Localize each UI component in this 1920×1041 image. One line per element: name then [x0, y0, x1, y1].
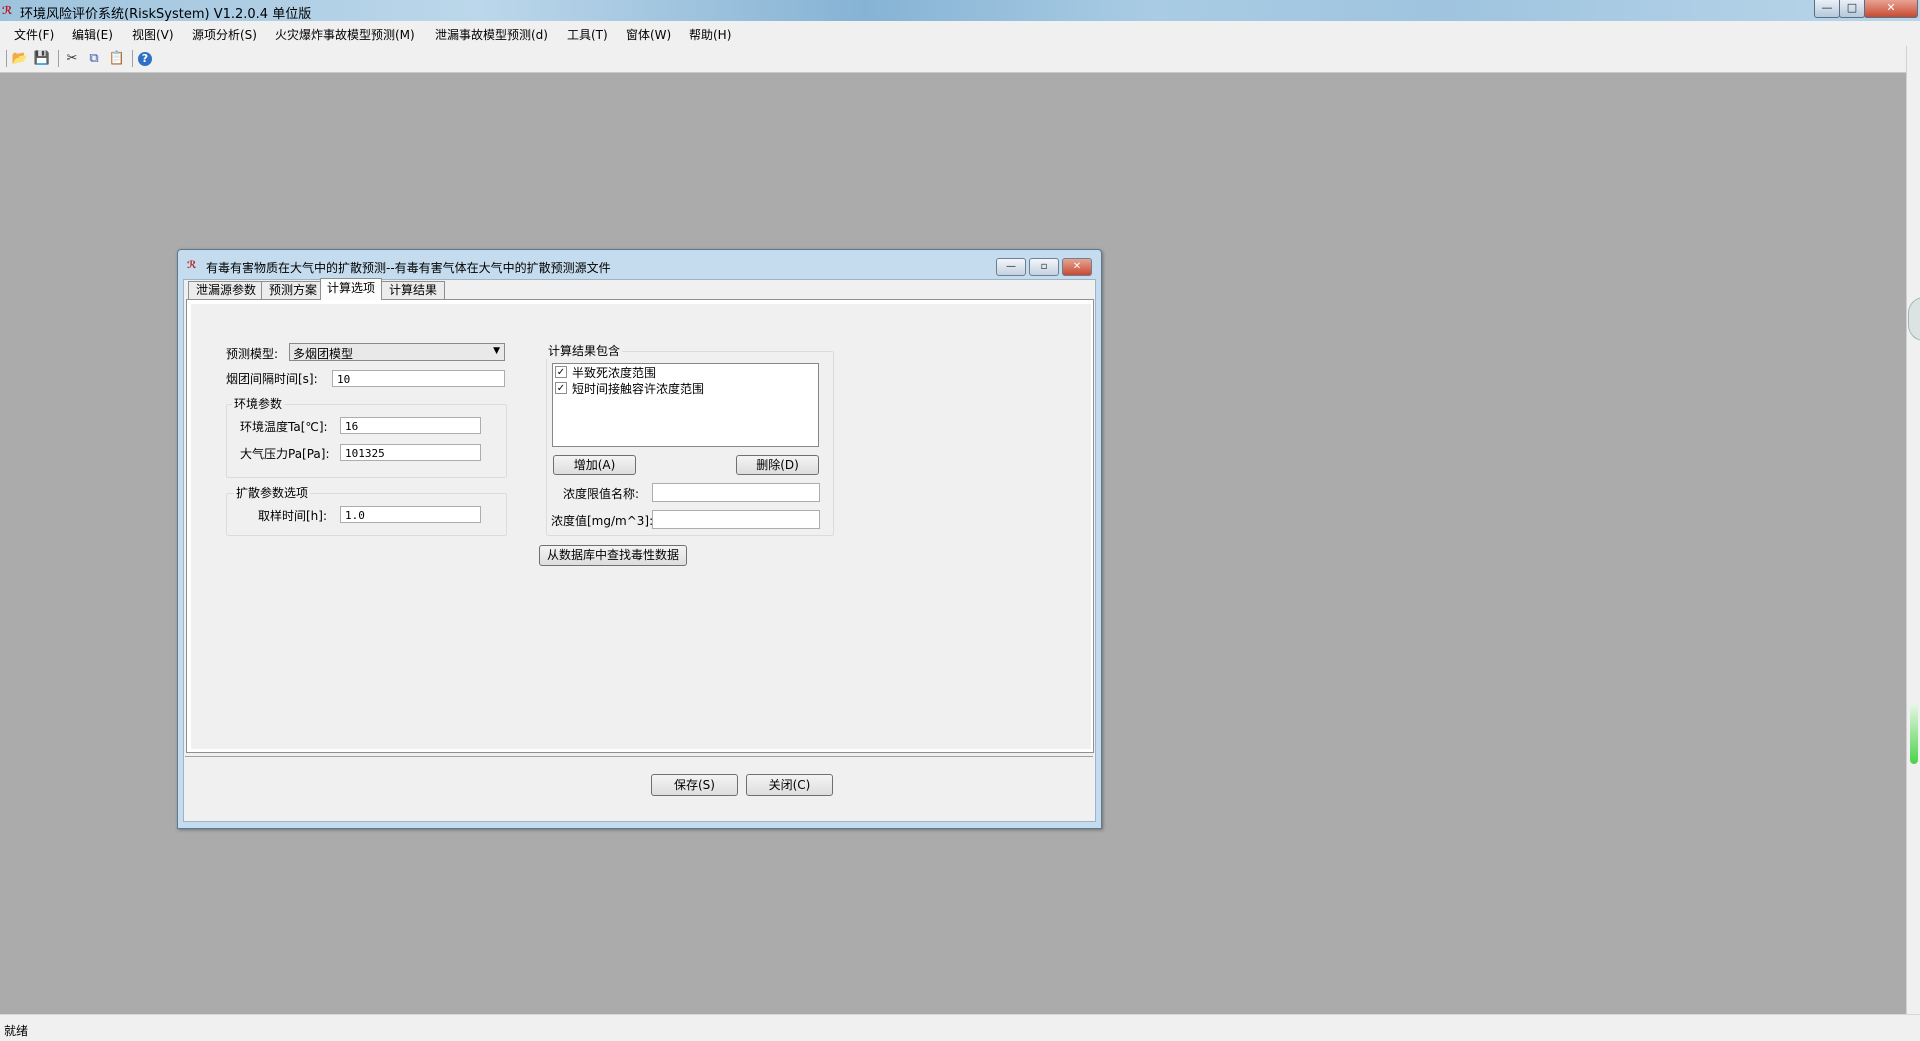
menu-view[interactable]: 视图(V) — [132, 26, 174, 43]
add-button[interactable]: 增加(A) — [553, 455, 636, 475]
status-bar — [0, 1014, 1920, 1041]
sampling-time-label: 取样时间[h]: — [258, 509, 328, 523]
toolbar-grip — [6, 50, 7, 67]
lookup-toxicity-db-button[interactable]: 从数据库中查找毒性数据 — [539, 545, 687, 566]
window-maximize-button[interactable]: □ — [1839, 0, 1865, 18]
pressure-input[interactable]: 101325 — [340, 444, 481, 461]
env-params-group-title: 环境参数 — [232, 395, 285, 412]
diffusion-params-group-title: 扩散参数选项 — [234, 484, 311, 501]
temperature-input[interactable]: 16 — [340, 417, 481, 434]
checkbox-lc50-label: 半致死浓度范围 — [572, 366, 657, 380]
mdi-scrollbar[interactable] — [1906, 46, 1920, 1014]
app-title: 环境风险评价系统(RiskSystem) V1.2.0.4 单位版 — [20, 7, 312, 22]
dialog-close-button[interactable]: ✕ — [1062, 258, 1092, 276]
model-label: 预测模型: — [226, 347, 279, 361]
save-icon[interactable]: 💾 — [33, 50, 51, 68]
paste-icon[interactable]: 📋 — [108, 50, 126, 68]
copy-icon[interactable]: ⧉ — [85, 50, 103, 68]
toolbar-separator — [132, 50, 133, 67]
menu-help[interactable]: 帮助(H) — [689, 26, 731, 43]
status-text: 就绪 — [4, 1024, 29, 1038]
tab-leak-source-params[interactable]: 泄漏源参数 — [188, 281, 264, 299]
delete-button[interactable]: 删除(D) — [736, 455, 819, 475]
cut-icon[interactable]: ✂ — [63, 50, 81, 68]
puff-interval-label: 烟团间隔时间[s]: — [226, 372, 318, 386]
sampling-time-input[interactable]: 1.0 — [340, 506, 481, 523]
menu-leak-model[interactable]: 泄漏事故模型预测(d) — [435, 26, 548, 43]
tab-calc-options[interactable]: 计算选项 — [320, 278, 382, 300]
limit-name-label: 浓度限值名称: — [563, 487, 640, 501]
dialog-maximize-button[interactable]: ▫ — [1029, 258, 1059, 276]
save-button[interactable]: 保存(S) — [651, 774, 738, 796]
menu-source-analysis[interactable]: 源项分析(S) — [192, 26, 257, 43]
menu-edit[interactable]: 编辑(E) — [72, 26, 113, 43]
env-params-group — [226, 404, 507, 478]
dialog-title: 有毒有害物质在大气中的扩散预测--有毒有害气体在大气中的扩散预测源文件 — [206, 261, 611, 275]
concentration-input[interactable] — [652, 510, 820, 529]
checkbox-stel[interactable]: ✓ — [555, 382, 567, 394]
tab-prediction-scheme[interactable]: 预测方案 — [261, 281, 325, 299]
checkbox-lc50[interactable]: ✓ — [555, 366, 567, 378]
toolbar-separator — [58, 50, 59, 67]
dialog-app-icon: ℛ — [187, 260, 197, 271]
tab-calc-results[interactable]: 计算结果 — [381, 281, 445, 299]
window-minimize-button[interactable]: — — [1814, 0, 1840, 18]
menu-file[interactable]: 文件(F) — [14, 26, 54, 43]
help-icon[interactable]: ? — [138, 52, 152, 66]
app-logo-icon: ℛ — [2, 4, 13, 17]
puff-interval-input[interactable]: 10 — [332, 370, 505, 387]
menu-fire-explosion-model[interactable]: 火灾爆炸事故模型预测(M) — [275, 26, 415, 43]
pressure-label: 大气压力Pa[Pa]: — [240, 447, 330, 461]
dialog-minimize-button[interactable]: — — [996, 258, 1026, 276]
open-folder-icon[interactable]: 📂 — [11, 50, 29, 68]
model-select[interactable]: 多烟团模型 ▼ — [289, 343, 505, 361]
toolbar — [0, 46, 1920, 73]
desktop-edge-indicator — [1910, 704, 1918, 764]
results-group-title: 计算结果包含 — [546, 342, 623, 359]
menu-window[interactable]: 窗体(W) — [626, 26, 671, 43]
limit-name-input[interactable] — [652, 483, 820, 502]
chevron-down-icon: ▼ — [493, 346, 500, 356]
footer-divider — [185, 756, 1093, 757]
window-close-button[interactable]: ✕ — [1864, 0, 1918, 18]
temperature-label: 环境温度Ta[℃]: — [240, 420, 328, 434]
model-select-value: 多烟团模型 — [293, 347, 354, 361]
close-button[interactable]: 关闭(C) — [746, 774, 833, 796]
checkbox-stel-label: 短时间接触容许浓度范围 — [572, 382, 705, 396]
menu-tools[interactable]: 工具(T) — [567, 26, 608, 43]
concentration-label: 浓度值[mg/m^3]: — [551, 514, 654, 528]
